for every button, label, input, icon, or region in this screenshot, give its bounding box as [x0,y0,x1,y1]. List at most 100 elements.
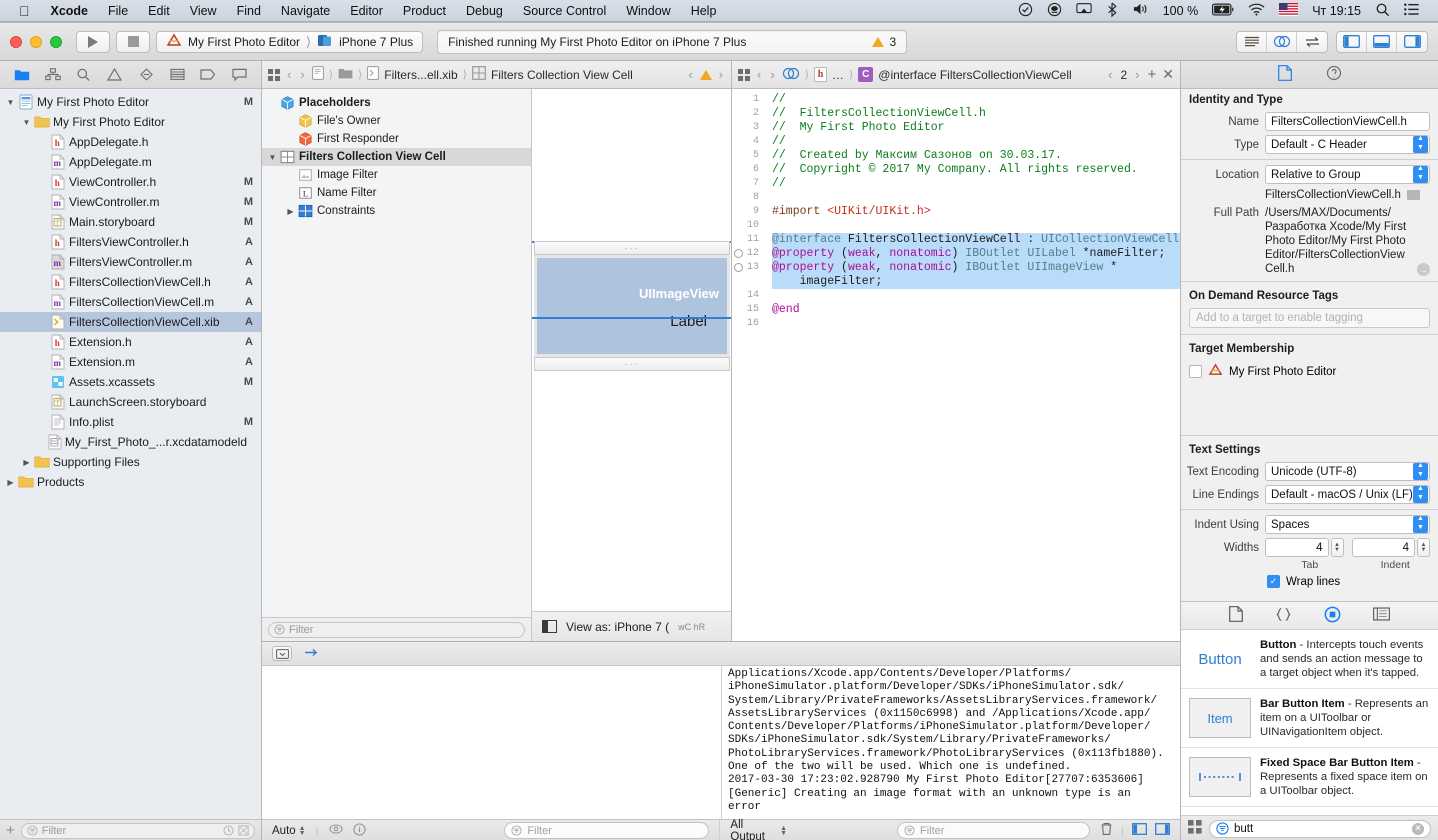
show-console-only-button[interactable] [1155,823,1170,838]
console-output[interactable]: Applications/Xcode.app/Contents/Develope… [722,666,1180,819]
navigator-row[interactable]: ▼ My First Photo Editor M [0,92,261,112]
clock-label[interactable]: Чт 19:15 [1305,4,1368,18]
ib-outline-list[interactable]: Placeholders File's Owner First Responder ▼… [262,89,531,617]
previous-counterpart-button[interactable]: ‹ [1106,67,1114,82]
wrap-lines-checkbox[interactable]: ✓ [1267,575,1280,588]
menu-item-editor[interactable]: Editor [340,4,393,18]
bluetooth-icon[interactable] [1099,2,1125,20]
warning-badge[interactable]: 3 [872,35,896,49]
project-navigator-tree[interactable]: ▼ My First Photo Editor M ▼ My First Photo E… [0,89,261,819]
file-inspector-tab[interactable] [1277,65,1292,84]
library-item[interactable]: Item Bar Button Item - Represents an item… [1181,689,1438,748]
activity-status-bar[interactable]: Finished running My First Photo Editor o… [437,29,908,54]
ib-canvas[interactable]: ··· UIImageView Label ··· [532,89,731,611]
code-line[interactable]: @end [772,303,1180,317]
navigator-row[interactable]: ▼ My First Photo Editor [0,112,261,132]
toggle-navigator-button[interactable] [1337,31,1367,52]
tab-width-stepper[interactable]: ▲ ▼ [1330,538,1344,557]
tab-width-field[interactable]: 4 [1265,538,1329,557]
code-line[interactable]: imageFilter; [772,275,1180,289]
toggle-utilities-button[interactable] [1397,32,1427,52]
quick-help-inspector-tab[interactable] [1326,65,1342,84]
symbol-navigator-tab[interactable] [41,65,65,85]
code-go-back-button[interactable]: ‹ [755,67,763,82]
ib-jumpbar-scene[interactable]: Filters Collection View Cell [491,68,633,82]
navigator-row[interactable]: h AppDelegate.h [0,132,261,152]
assistant-editor-icon[interactable] [782,67,800,83]
code-line[interactable] [772,191,1180,205]
console-filter-field[interactable]: Filter [897,822,1090,839]
navigator-row[interactable]: h FiltersViewController.h A [0,232,261,252]
media-library-tab[interactable] [1373,607,1390,624]
next-counterpart-button[interactable]: › [1133,67,1141,82]
navigator-row[interactable]: My_First_Photo_...r.xcdatamodeld [0,432,261,452]
menu-item-window[interactable]: Window [616,4,680,18]
navigator-row[interactable]: m FiltersViewController.m A [0,252,261,272]
test-navigator-tab[interactable] [134,65,158,85]
jumpbar-project-icon[interactable] [311,66,324,83]
close-window-button[interactable] [10,35,22,48]
library-search-field[interactable]: butt ✕ [1209,819,1431,838]
ib-outline-row[interactable]: File's Owner [262,112,531,130]
disclosure-triangle-closed-icon[interactable]: ▶ [4,478,17,487]
object-library-tab[interactable] [1324,606,1341,626]
line-endings-popup[interactable]: Default - macOS / Unix (LF) ▲ ▼ [1265,485,1430,504]
code-line[interactable]: // [772,93,1180,107]
menu-item-debug[interactable]: Debug [456,4,513,18]
code-go-forward-button[interactable]: › [768,67,776,82]
file-name-field[interactable]: FiltersCollectionViewCell.h [1265,112,1430,131]
variables-info-icon[interactable] [353,822,366,839]
cell-handle-bottom[interactable]: ··· [534,357,730,371]
collection-view-cell-preview[interactable]: ··· UIImageView Label ··· [534,241,730,371]
code-line[interactable]: @property (weak, nonatomic) IBOutlet UIL… [772,247,1180,261]
related-items-icon[interactable] [268,68,280,81]
menu-item-file[interactable]: File [98,4,138,18]
toggle-debug-panel-button[interactable] [272,646,292,661]
report-navigator-tab[interactable] [227,65,251,85]
code-line[interactable]: // Created by Максим Сазонов on 30.03.17… [772,149,1180,163]
indent-width-field[interactable]: 4 [1351,538,1415,557]
editor-mode-segment[interactable] [1236,30,1328,53]
battery-icon[interactable] [1205,2,1241,19]
navigator-row[interactable]: ▶ Products [0,472,261,492]
library-item[interactable]: Button Button - Intercepts touch events a… [1181,630,1438,689]
ib-filter-field[interactable]: Filter [268,621,525,638]
reveal-in-finder-icon[interactable]: → [1417,263,1430,276]
navigator-row[interactable]: Main.storyboard M [0,212,261,232]
notification-center-icon[interactable] [1397,3,1426,19]
ib-warning-icon[interactable] [699,69,712,80]
code-line[interactable]: // My First Photo Editor [772,121,1180,135]
navigator-row[interactable]: Assets.xcassets M [0,372,261,392]
run-button[interactable] [76,30,110,53]
navigator-row[interactable]: h FiltersCollectionViewCell.h A [0,272,261,292]
issue-navigator-tab[interactable] [103,65,127,85]
breakpoint-marker-icon[interactable] [734,249,743,258]
close-assistant-editor-button[interactable]: ✕ [1162,66,1174,83]
menu-item-xcode[interactable]: Xcode [41,4,99,18]
variables-view[interactable] [262,666,722,819]
code-line[interactable]: // Copyright © 2017 My Company. All righ… [772,163,1180,177]
next-issue-button[interactable]: › [717,67,725,82]
indent-using-popup[interactable]: Spaces ▲ ▼ [1265,515,1430,534]
add-file-button[interactable]: + [6,822,15,839]
version-editor-button[interactable] [1297,32,1327,52]
zoom-window-button[interactable] [50,35,62,48]
target-membership-checkbox[interactable] [1189,365,1202,378]
go-forward-button[interactable]: › [298,67,306,82]
ib-outline-row[interactable]: ▶ Constraints [262,202,531,220]
airplay-icon[interactable] [1069,2,1099,19]
code-jumpbar-symbol[interactable]: @interface FiltersCollectionViewCell [878,68,1071,82]
code-line[interactable]: // [772,135,1180,149]
assistant-editor-button[interactable] [1267,31,1297,52]
header-file-icon[interactable]: h [813,67,827,82]
breakpoint-navigator-tab[interactable] [196,65,220,85]
wifi-icon[interactable] [1241,3,1272,19]
ib-outline-row[interactable]: L Name Filter [262,184,531,202]
variables-filter-field[interactable]: Filter [504,822,710,839]
choose-folder-icon[interactable] [1406,190,1420,200]
menu-item-edit[interactable]: Edit [138,4,180,18]
navigator-filter-field[interactable]: Filter [20,822,255,839]
file-type-popup[interactable]: Default - C Header ▲ ▼ [1265,135,1430,154]
related-items-icon-code[interactable] [738,68,750,81]
panel-toggle-segment[interactable] [1336,30,1428,53]
